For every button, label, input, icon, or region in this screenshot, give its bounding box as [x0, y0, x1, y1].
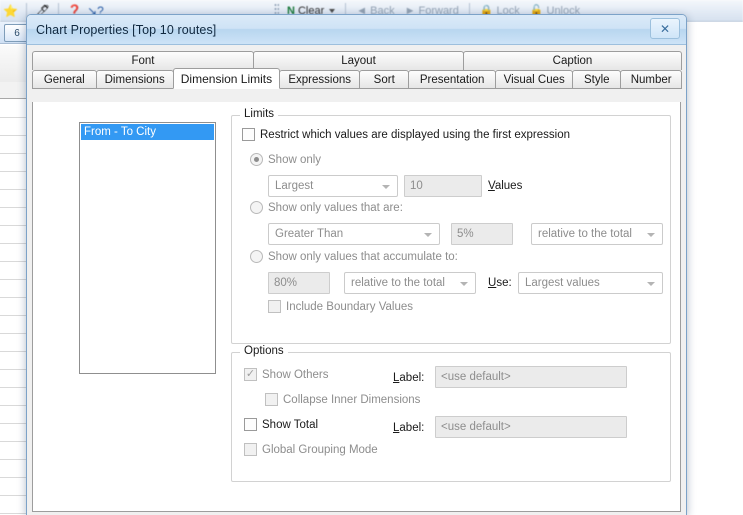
use-select[interactable]: Largest values — [518, 272, 663, 294]
show-only-label: Show only — [268, 153, 322, 166]
show-only-radio[interactable]: Show only — [250, 153, 321, 166]
show-others-label-value: <use default> — [441, 371, 511, 383]
accumulate-percent-value: 80% — [274, 277, 298, 289]
star-icon[interactable]: ⭐ — [1, 2, 20, 20]
radio-circle[interactable] — [250, 201, 263, 214]
show-total-label-value: <use default> — [441, 421, 511, 433]
show-only-accumulate-radio[interactable]: Show only values that accumulate to: — [250, 250, 458, 263]
chevron-down-icon — [647, 282, 655, 286]
show-only-accumulate-label: Show only values that accumulate to: — [268, 250, 458, 263]
tab-presentation[interactable]: Presentation — [408, 70, 497, 89]
tab-style-label: Style — [584, 73, 610, 86]
tab-caption[interactable]: Caption — [463, 51, 682, 70]
radio-circle[interactable] — [250, 250, 263, 263]
tab-dimensions-label: Dimensions — [104, 73, 165, 86]
accumulate-basis-select[interactable]: relative to the total — [344, 272, 476, 294]
tab-row-primary: Font Layout Caption — [32, 51, 682, 70]
tab-row-secondary: General Dimensions Dimension Limits Expr… — [32, 68, 682, 89]
limits-group: Limits Restrict which values are display… — [231, 108, 671, 344]
show-only-count-input[interactable]: 10 — [404, 175, 482, 197]
show-others-label-caption: Label: — [393, 372, 425, 384]
show-total-label-input[interactable]: <use default> — [435, 416, 627, 438]
tab-presentation-label: Presentation — [419, 73, 485, 86]
restrict-values-label: Restrict which values are displayed usin… — [260, 128, 571, 141]
show-only-values-that-are-radio[interactable]: Show only values that are: — [250, 201, 403, 214]
checkbox-box[interactable] — [244, 418, 257, 431]
include-boundary-label: Include Boundary Values — [286, 300, 414, 313]
chevron-down-icon — [460, 282, 468, 286]
tab-sort[interactable]: Sort — [359, 70, 410, 89]
show-only-mode-value: Largest — [275, 180, 314, 192]
dimension-list[interactable]: From - To City — [79, 122, 216, 374]
dialog-tabs: Font Layout Caption General Dimensions D… — [32, 51, 682, 89]
comparison-value: Greater Than — [275, 228, 344, 240]
dialog-title: Chart Properties [Top 10 routes] — [36, 22, 217, 37]
threshold-input[interactable]: 5% — [451, 223, 513, 245]
threshold-basis-value: relative to the total — [538, 228, 632, 240]
limits-legend: Limits — [240, 108, 279, 120]
show-only-values-that-are-label: Show only values that are: — [268, 201, 403, 214]
use-label: Use: — [488, 277, 512, 289]
tab-dimensions[interactable]: Dimensions — [95, 70, 174, 89]
show-total-label: Show Total — [262, 418, 319, 431]
tab-general-label: General — [43, 73, 85, 86]
checkbox-box[interactable] — [244, 368, 257, 381]
chevron-down-icon — [382, 185, 390, 189]
show-total-checkbox[interactable]: Show Total — [244, 418, 318, 431]
accumulate-percent-input[interactable]: 80% — [268, 272, 330, 294]
show-others-label: Show Others — [262, 368, 329, 381]
chevron-down-icon — [424, 233, 432, 237]
accumulate-basis-value: relative to the total — [351, 277, 445, 289]
tab-number[interactable]: Number — [620, 70, 682, 89]
tab-sort-label: Sort — [373, 73, 395, 86]
checkbox-box[interactable] — [244, 443, 257, 456]
show-only-mode-select[interactable]: Largest — [268, 175, 398, 197]
global-grouping-checkbox[interactable]: Global Grouping Mode — [244, 443, 378, 456]
close-icon[interactable]: ✕ — [650, 18, 680, 39]
tab-dimension-limits-label: Dimension Limits — [180, 71, 273, 86]
values-label-rest: alues — [494, 180, 523, 192]
chart-properties-dialog: Chart Properties [Top 10 routes] ✕ Font … — [26, 14, 687, 515]
collapse-inner-checkbox[interactable]: Collapse Inner Dimensions — [265, 393, 420, 406]
global-grouping-label: Global Grouping Mode — [262, 443, 378, 456]
comparison-select[interactable]: Greater Than — [268, 223, 440, 245]
tab-dimension-limits[interactable]: Dimension Limits — [172, 68, 281, 89]
list-item[interactable]: From - To City — [81, 124, 214, 140]
tab-visual-cues[interactable]: Visual Cues — [495, 70, 574, 89]
dialog-title-bar[interactable]: Chart Properties [Top 10 routes] ✕ — [27, 15, 686, 45]
threshold-value: 5% — [457, 228, 474, 240]
show-total-label-caption: Label: — [393, 422, 425, 434]
show-others-checkbox[interactable]: Show Others — [244, 368, 328, 381]
tab-expressions[interactable]: Expressions — [279, 70, 361, 89]
tab-layout-label: Layout — [341, 55, 376, 67]
tab-expressions-label: Expressions — [288, 73, 351, 86]
values-label: Values — [488, 180, 523, 192]
include-boundary-checkbox[interactable]: Include Boundary Values — [268, 300, 413, 313]
collapse-inner-label: Collapse Inner Dimensions — [283, 393, 421, 406]
restrict-values-checkbox[interactable]: Restrict which values are displayed usin… — [242, 128, 570, 141]
use-value: Largest values — [525, 277, 600, 289]
show-others-label-input[interactable]: <use default> — [435, 366, 627, 388]
tab-general[interactable]: General — [32, 70, 97, 89]
options-group: Options Show Others Label: <use default>… — [231, 345, 671, 482]
tab-number-label: Number — [630, 73, 672, 86]
tab-font-label: Font — [131, 55, 155, 67]
checkbox-box[interactable] — [265, 393, 278, 406]
tab-layout[interactable]: Layout — [253, 51, 464, 70]
threshold-basis-select[interactable]: relative to the total — [531, 223, 663, 245]
tab-caption-label: Caption — [552, 55, 593, 67]
checkbox-box[interactable] — [242, 128, 255, 141]
tab-style[interactable]: Style — [572, 70, 622, 89]
options-legend: Options — [240, 345, 288, 357]
checkbox-box[interactable] — [268, 300, 281, 313]
tab-visual-cues-label: Visual Cues — [503, 73, 565, 86]
dimension-limits-panel: From - To City Limits Restrict which val… — [32, 102, 681, 512]
chevron-down-icon[interactable] — [329, 8, 336, 13]
show-only-count-value: 10 — [410, 180, 423, 192]
chevron-down-icon — [647, 233, 655, 237]
radio-circle[interactable] — [250, 153, 263, 166]
